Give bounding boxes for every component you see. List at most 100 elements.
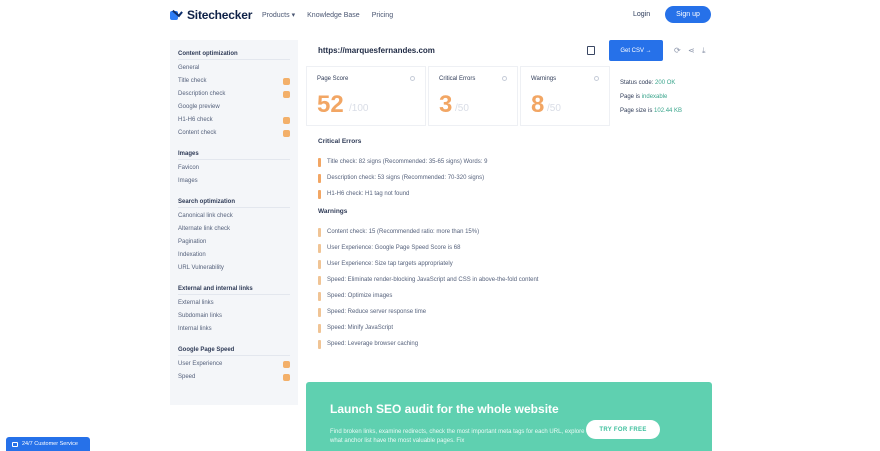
sidebar-item-label: Internal links (178, 326, 212, 332)
logo[interactable]: Sitechecker (170, 6, 253, 22)
banner-text: Find broken links, examine redirects, ch… (330, 429, 585, 444)
sidebar-item[interactable]: User Experience (178, 358, 290, 371)
sidebar-group-title: Content optimization (178, 48, 290, 60)
indexable-value: indexable (641, 94, 668, 100)
warnings-list: Content check: 15 (Recommended ratio: mo… (318, 224, 698, 352)
issue-item[interactable]: User Experience: Size tap targets approp… (318, 256, 698, 272)
sidebar-item-label: Alternate link check (178, 226, 231, 232)
warning-flag-icon (283, 361, 290, 368)
warnings-value: 8 (531, 91, 545, 118)
sidebar-item-label: Speed (178, 374, 196, 380)
sidebar-item[interactable]: Pagination (178, 236, 290, 249)
refresh-icon[interactable]: ⟳ (674, 47, 681, 55)
critical-errors-max: /50 (455, 103, 469, 114)
sidebar-group: Content optimization General Title check De… (178, 48, 290, 140)
issue-text: User Experience: Google Page Speed Score… (327, 245, 461, 251)
warnings-card: Warnings 8 /50 (520, 66, 610, 126)
issue-text: User Experience: Size tap targets approp… (327, 261, 453, 267)
severity-marker-icon (318, 275, 321, 285)
issue-item[interactable]: Content check: 15 (Recommended ratio: mo… (318, 224, 698, 240)
nav-pricing[interactable]: Pricing (372, 11, 393, 19)
sidebar-item-label: Description check (178, 91, 226, 97)
nav-knowledge-base[interactable]: Knowledge Base (307, 11, 360, 19)
login-link[interactable]: Login (633, 11, 650, 18)
info-icon[interactable] (594, 76, 599, 81)
brand-name: Sitechecker (187, 8, 253, 22)
issue-text: Description check: 53 signs (Recommended… (327, 175, 485, 181)
sidebar-item[interactable]: Images (178, 175, 290, 188)
sidebar-item-label: Google preview (178, 104, 220, 110)
critical-errors-list: Title check: 82 signs (Recommended: 35-6… (318, 154, 698, 202)
page-score-label: Page Score (317, 76, 349, 82)
issue-item[interactable]: H1-H6 check: H1 tag not found (318, 186, 698, 202)
severity-marker-icon (318, 173, 321, 183)
info-icon[interactable] (410, 76, 415, 81)
severity-marker-icon (318, 339, 321, 349)
issue-text: Content check: 15 (Recommended ratio: mo… (327, 229, 480, 235)
sidebar-item-label: Subdomain links (178, 313, 223, 319)
severity-marker-icon (318, 157, 321, 167)
checks-sidebar: Content optimization General Title check De… (170, 40, 298, 405)
severity-marker-icon (318, 323, 321, 333)
sidebar-item[interactable]: External links (178, 297, 290, 310)
severity-marker-icon (318, 259, 321, 269)
issue-item[interactable]: Description check: 53 signs (Recommended… (318, 170, 698, 186)
nav-products[interactable]: Products ▾ (262, 11, 295, 20)
document-icon[interactable] (587, 46, 595, 55)
sidebar-item[interactable]: Alternate link check (178, 223, 290, 236)
sidebar-item[interactable]: URL Vulnerability (178, 262, 290, 275)
sidebar-item[interactable]: General (178, 62, 290, 75)
download-icon[interactable]: ⤓ (702, 47, 706, 55)
main-nav: Products ▾ Knowledge Base Pricing (262, 11, 393, 20)
sidebar-item[interactable]: Google preview (178, 101, 290, 114)
sidebar-item-label: H1-H6 check (178, 117, 213, 123)
sidebar-group: External and internal links External link… (178, 283, 290, 336)
warning-flag-icon (283, 91, 290, 98)
sidebar-item[interactable]: Title check (178, 75, 290, 88)
audit-banner: Launch SEO audit for the whole website F… (306, 382, 712, 451)
indexable-row: Page is indexable (620, 92, 704, 106)
sidebar-item[interactable]: Speed (178, 371, 290, 384)
issue-item[interactable]: Speed: Optimize images (318, 288, 698, 304)
issues-list: Critical Errors Title check: 82 signs (R… (318, 138, 698, 352)
issue-item[interactable]: Speed: Minify JavaScript (318, 320, 698, 336)
issue-text: Speed: Reduce server response time (327, 309, 427, 315)
issue-item[interactable]: Speed: Eliminate render-blocking JavaScr… (318, 272, 698, 288)
sidebar-item-label: External links (178, 300, 214, 306)
sidebar-item-label: Images (178, 178, 198, 184)
issue-item[interactable]: Speed: Reduce server response time (318, 304, 698, 320)
warning-flag-icon (283, 374, 290, 381)
sidebar-group-title: Search optimization (178, 196, 290, 208)
sidebar-item-label: Title check (178, 78, 207, 84)
issue-item[interactable]: User Experience: Google Page Speed Score… (318, 240, 698, 256)
top-header: Sitechecker Products ▾ Knowledge Base Pri… (0, 0, 880, 32)
customer-service-button[interactable]: 24/7 Customer Service (6, 437, 90, 451)
signup-button[interactable]: Sign up (665, 6, 711, 23)
page-size-row: Page size is 102.44 KB (620, 106, 704, 120)
sidebar-item[interactable]: Subdomain links (178, 310, 290, 323)
sidebar-item[interactable]: Description check (178, 88, 290, 101)
severity-marker-icon (318, 291, 321, 301)
sidebar-item[interactable]: Internal links (178, 323, 290, 336)
checked-url: https://marquesfernandes.com (318, 46, 435, 55)
try-for-free-button[interactable]: TRY FOR FREE (586, 420, 660, 439)
logo-check-icon (170, 6, 183, 21)
info-icon[interactable] (502, 76, 507, 81)
sidebar-item-label: Content check (178, 130, 217, 136)
url-toolbar: https://marquesfernandes.com Get CSV → ⟳… (306, 40, 712, 62)
issue-item[interactable]: Speed: Leverage browser caching (318, 336, 698, 352)
share-icon[interactable]: ⋖ (688, 47, 695, 55)
warning-flag-icon (283, 117, 290, 124)
sidebar-item[interactable]: Content check (178, 127, 290, 140)
issue-text: Speed: Eliminate render-blocking JavaScr… (327, 277, 539, 283)
sidebar-item[interactable]: Canonical link check (178, 210, 290, 223)
sidebar-item[interactable]: Favicon (178, 162, 290, 175)
sidebar-group: Google Page Speed User Experience Speed (178, 344, 290, 384)
page-is-label: Page is (620, 94, 641, 100)
warning-flag-icon (283, 130, 290, 137)
sidebar-item[interactable]: H1-H6 check (178, 114, 290, 127)
sidebar-item[interactable]: Indexation (178, 249, 290, 262)
sidebar-item-label: User Experience (178, 361, 223, 367)
export-csv-button[interactable]: Get CSV → (609, 40, 663, 61)
issue-item[interactable]: Title check: 82 signs (Recommended: 35-6… (318, 154, 698, 170)
